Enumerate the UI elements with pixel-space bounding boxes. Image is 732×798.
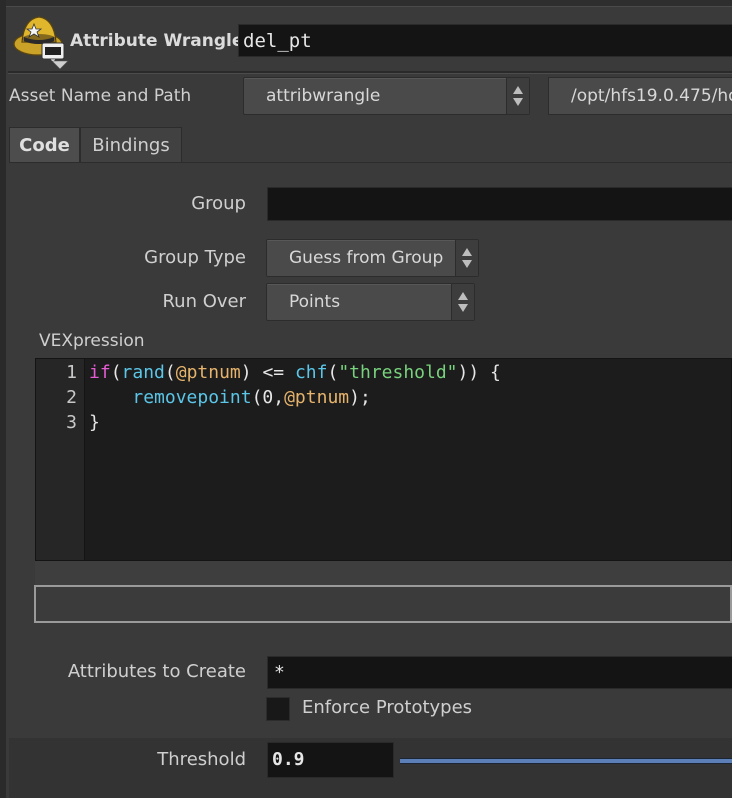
- line-number: 2: [66, 387, 77, 408]
- code-line: }: [89, 412, 100, 433]
- group-type-label: Group Type: [144, 247, 246, 268]
- code-line: removepoint(0,@ptnum);: [132, 387, 371, 408]
- pane-left-border: [0, 0, 6, 798]
- attributes-to-create-label: Attributes to Create: [67, 661, 246, 682]
- threshold-value-field[interactable]: 0.9: [267, 742, 394, 778]
- tab-divider: [9, 162, 732, 163]
- tab-bindings[interactable]: Bindings: [80, 127, 182, 163]
- line-number-gutter: 1 2 3: [36, 359, 85, 560]
- enforce-prototypes-checkbox[interactable]: [266, 697, 290, 721]
- asset-name-path-label: Asset Name and Path: [9, 86, 192, 106]
- run-over-dropdown[interactable]: Points: [266, 283, 475, 321]
- parameter-pane: Attribute Wrangle del_pt Asset Name and …: [0, 0, 732, 798]
- line-number: 3: [66, 412, 77, 433]
- editor-message-field[interactable]: [34, 585, 732, 623]
- vex-code-editor[interactable]: 1 2 3 if(rand(@ptnum) <= chf("threshold"…: [35, 358, 732, 561]
- asset-path-field[interactable]: /opt/hfs19.0.475/houdini/otls/OPlibSop.h…: [548, 77, 732, 115]
- line-number: 1: [66, 362, 77, 383]
- node-name-field[interactable]: del_pt: [238, 24, 732, 57]
- updown-arrows-icon: [455, 240, 478, 276]
- asset-name-value: attribwrangle: [266, 86, 381, 106]
- vexpression-label: VEXpression: [39, 331, 145, 351]
- node-type-label: Attribute Wrangle: [70, 31, 244, 51]
- wrangle-cowboy-hat-icon[interactable]: [12, 13, 70, 70]
- header-divider: [8, 71, 732, 74]
- updown-arrows-icon: [506, 78, 529, 114]
- tab-code[interactable]: Code: [9, 127, 80, 163]
- group-type-dropdown[interactable]: Guess from Group: [266, 239, 479, 277]
- code-line: if(rand(@ptnum) <= chf("threshold")) {: [89, 362, 501, 383]
- group-field[interactable]: [267, 187, 732, 221]
- group-label: Group: [191, 193, 246, 214]
- pane-top-border: [6, 0, 732, 7]
- asset-name-dropdown[interactable]: attribwrangle: [243, 77, 530, 115]
- attributes-to-create-field[interactable]: *: [267, 656, 732, 689]
- run-over-value: Points: [289, 292, 341, 312]
- editor-status-bar: [35, 561, 732, 586]
- run-over-label: Run Over: [162, 291, 246, 312]
- group-type-value: Guess from Group: [289, 248, 444, 268]
- updown-arrows-icon: [451, 284, 474, 320]
- threshold-label: Threshold: [157, 749, 246, 770]
- threshold-slider[interactable]: [400, 758, 732, 764]
- enforce-prototypes-label: Enforce Prototypes: [302, 697, 473, 718]
